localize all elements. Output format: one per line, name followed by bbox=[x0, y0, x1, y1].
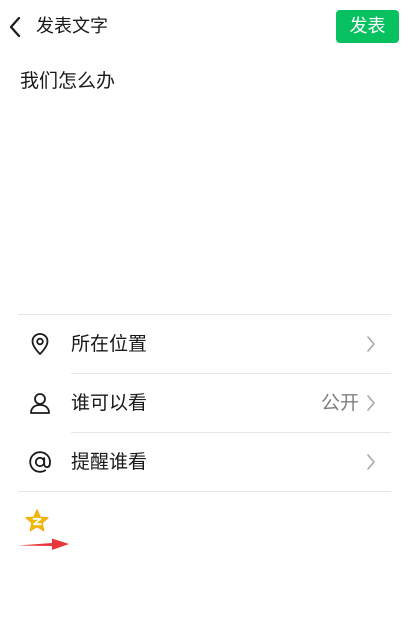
location-row[interactable]: 所在位置 bbox=[18, 315, 391, 373]
chevron-right-icon bbox=[365, 453, 377, 471]
chevron-right-icon bbox=[365, 394, 377, 412]
page-title: 发表文字 bbox=[36, 16, 108, 37]
red-arrow-icon bbox=[16, 535, 72, 553]
visibility-value: 公开 bbox=[320, 392, 359, 414]
mention-row[interactable]: 提醒谁看 bbox=[18, 433, 391, 491]
publish-button[interactable]: 发表 bbox=[336, 10, 399, 43]
visibility-row[interactable]: 谁可以看 公开 bbox=[18, 374, 391, 432]
post-text-input[interactable]: 我们怎么办 bbox=[20, 68, 395, 288]
top-bar: 发表文字 发表 bbox=[0, 0, 415, 54]
location-label: 所在位置 bbox=[71, 333, 148, 355]
location-pin-icon bbox=[27, 331, 53, 357]
back-button[interactable] bbox=[6, 13, 26, 41]
divider bbox=[18, 491, 391, 492]
mention-label: 提醒谁看 bbox=[71, 451, 148, 473]
chevron-left-icon bbox=[9, 16, 21, 38]
person-icon bbox=[27, 390, 53, 416]
visibility-label: 谁可以看 bbox=[71, 392, 148, 414]
at-sign-icon bbox=[27, 449, 53, 475]
chevron-right-icon bbox=[365, 335, 377, 353]
qzone-star-icon[interactable] bbox=[24, 508, 50, 534]
